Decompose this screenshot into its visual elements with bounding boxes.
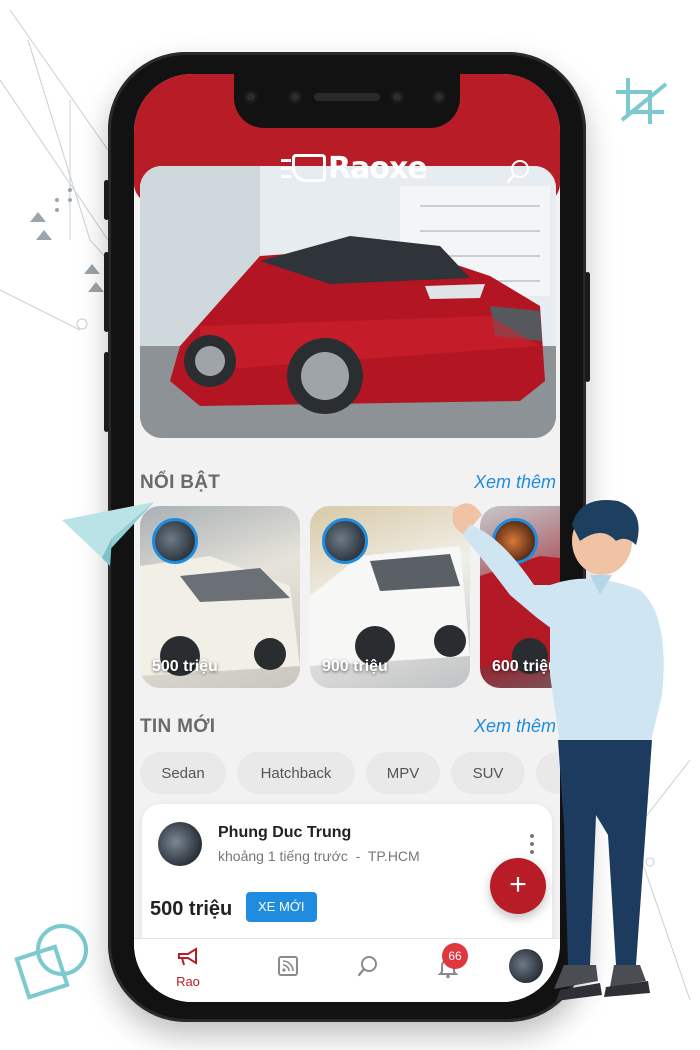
- listing-time: khoảng 1 tiếng trước: [218, 848, 348, 864]
- nav-item-search[interactable]: [348, 947, 388, 982]
- nav-label-rao: Rao: [176, 974, 200, 989]
- seller-name: Phung Duc Trung: [218, 824, 352, 841]
- nav-item-rao[interactable]: Rao: [168, 947, 208, 989]
- shapes-icon: [14, 924, 88, 1000]
- search-icon[interactable]: [506, 158, 532, 184]
- new-car-badge: XE MỚI: [246, 892, 317, 922]
- listing-price: 500 triệu: [150, 898, 233, 920]
- logo-icon: [281, 154, 326, 182]
- camera: [244, 90, 258, 104]
- featured-see-more-link[interactable]: Xem thêm: [474, 472, 556, 493]
- meta-separator: -: [355, 848, 361, 864]
- speaker: [314, 93, 380, 101]
- hero-banner[interactable]: [140, 166, 556, 438]
- nav-item-feed[interactable]: [268, 947, 308, 982]
- category-chip-mpv[interactable]: MPV: [366, 752, 440, 794]
- megaphone-icon: [178, 947, 197, 966]
- sensor: [288, 90, 302, 104]
- listing-meta: khoảng 1 tiếng trước - TP.HCM: [218, 848, 420, 864]
- listing-location: TP.HCM: [367, 848, 420, 864]
- avatar: [152, 518, 198, 564]
- brand-name: Raoxe: [328, 150, 428, 186]
- paper-plane-icon: [62, 502, 154, 566]
- car-photo: [140, 166, 556, 438]
- avatar: [322, 518, 368, 564]
- seller-avatar: [158, 822, 202, 866]
- camera: [432, 90, 446, 104]
- crop-icon: [616, 78, 668, 124]
- featured-price: 900 triệu: [322, 658, 388, 675]
- new-listings-title: TIN MỚI: [140, 716, 216, 737]
- category-chip-hatchback[interactable]: Hatchback: [237, 752, 355, 794]
- volume-down-button: [104, 352, 109, 432]
- power-button: [585, 272, 590, 382]
- volume-up-button: [104, 252, 109, 332]
- featured-title: NỔI BẬT: [140, 472, 221, 493]
- man-illustration: [452, 500, 664, 1001]
- mute-switch: [104, 180, 109, 220]
- category-chip-sedan[interactable]: Sedan: [140, 752, 226, 794]
- app-mockup: Raoxe NỔI BẬT Xem thêm 500 triệu 900 tri…: [0, 0, 700, 1050]
- featured-price: 500 triệu: [152, 658, 218, 675]
- notch: [234, 74, 460, 128]
- sensor: [390, 90, 404, 104]
- search-icon: [357, 956, 377, 977]
- rss-icon: [278, 956, 298, 976]
- featured-card[interactable]: 500 triệu: [140, 506, 300, 688]
- brand-logo: Raoxe: [281, 148, 428, 188]
